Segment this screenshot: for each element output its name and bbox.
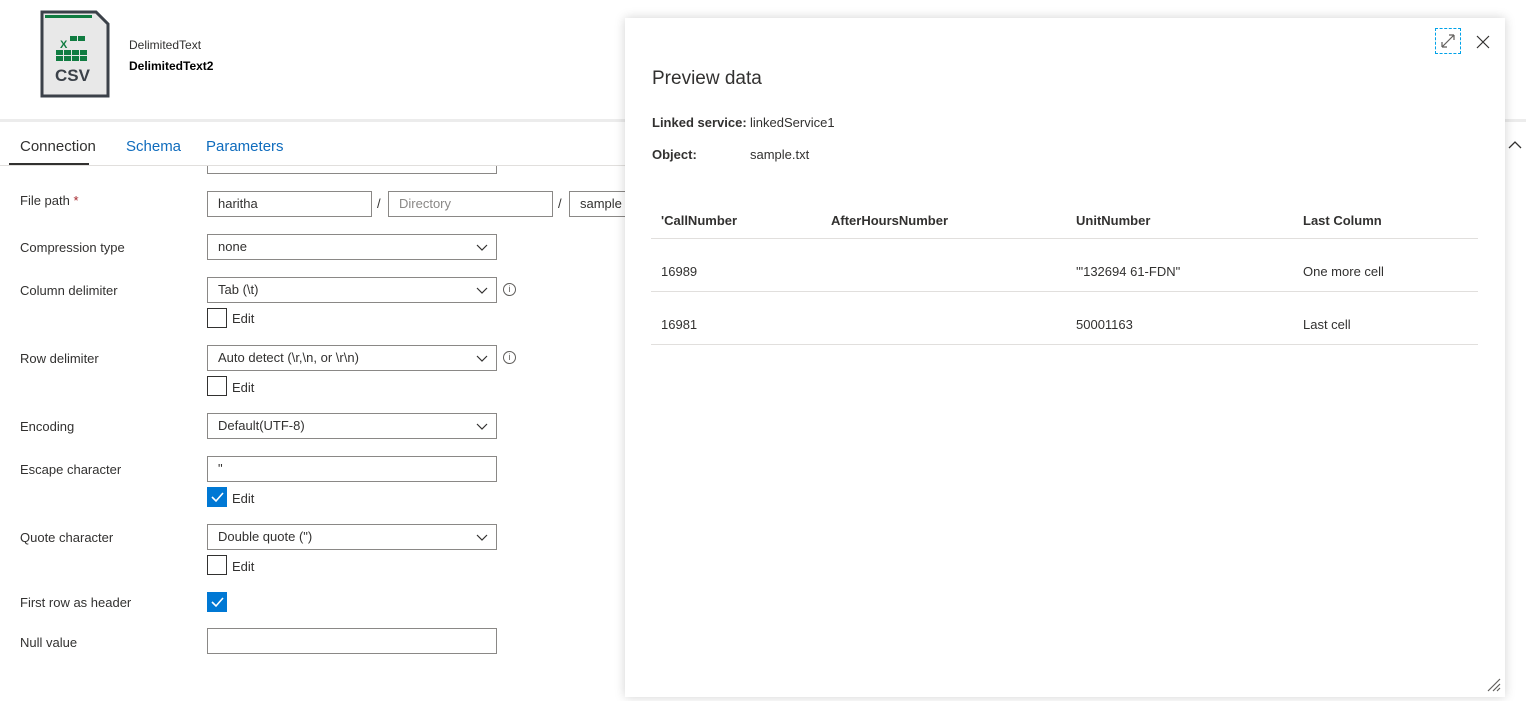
column-header: 'CallNumber bbox=[661, 213, 738, 228]
column-delimiter-select[interactable]: Tab (\t) bbox=[207, 277, 497, 303]
first-row-header-checkbox[interactable] bbox=[207, 592, 227, 612]
linked-service-select[interactable] bbox=[207, 166, 497, 174]
row-divider bbox=[651, 291, 1478, 292]
chevron-down-icon bbox=[476, 287, 488, 294]
table-cell: 16981 bbox=[661, 317, 698, 332]
close-icon[interactable] bbox=[1475, 34, 1491, 50]
table-cell: 50001163 bbox=[1076, 317, 1133, 332]
csv-icon-label: CSV bbox=[55, 66, 90, 85]
quote-character-edit-checkbox[interactable] bbox=[207, 555, 227, 575]
first-row-header-label: First row as header bbox=[20, 595, 132, 610]
null-value-label: Null value bbox=[20, 635, 78, 650]
edit-label: Edit bbox=[232, 380, 255, 395]
encoding-select[interactable]: Default(UTF-8) bbox=[207, 413, 497, 439]
chevron-down-icon bbox=[476, 244, 488, 251]
path-separator: / bbox=[377, 196, 381, 211]
escape-character-label: Escape character bbox=[20, 462, 122, 477]
compression-type-select[interactable]: none bbox=[207, 234, 497, 260]
column-header: UnitNumber bbox=[1076, 213, 1151, 228]
quote-character-select[interactable]: Double quote (") bbox=[207, 524, 497, 550]
tab-schema[interactable]: Schema bbox=[126, 138, 181, 155]
preview-data-panel: Preview data Linked service: linkedServi… bbox=[625, 18, 1505, 697]
table-cell: '"132694 61-FDN" bbox=[1076, 264, 1181, 279]
edit-label: Edit bbox=[232, 491, 255, 506]
file-path-label: File path * bbox=[20, 193, 79, 208]
quote-character-label: Quote character bbox=[20, 530, 114, 545]
file-path-container-input[interactable]: haritha bbox=[207, 191, 372, 217]
svg-text:X: X bbox=[60, 39, 68, 51]
info-icon[interactable]: i bbox=[503, 351, 516, 364]
table-cell: 16989 bbox=[661, 264, 698, 279]
linked-service-label: Linked service: bbox=[652, 115, 747, 130]
escape-character-edit-checkbox[interactable] bbox=[207, 487, 227, 507]
expand-button[interactable] bbox=[1435, 28, 1461, 54]
table-cell: One more cell bbox=[1303, 264, 1384, 279]
column-header: Last Column bbox=[1303, 213, 1382, 228]
checkmark-icon bbox=[211, 492, 224, 503]
chevron-down-icon bbox=[476, 355, 488, 362]
tab-connection[interactable]: Connection bbox=[20, 138, 96, 155]
path-separator: / bbox=[558, 196, 562, 211]
file-path-directory-input[interactable]: Directory bbox=[388, 191, 553, 217]
compression-type-label: Compression type bbox=[20, 240, 125, 255]
info-icon[interactable]: i bbox=[503, 283, 516, 296]
object-value: sample.txt bbox=[750, 147, 810, 162]
escape-character-input[interactable]: " bbox=[207, 456, 497, 482]
checkmark-icon bbox=[211, 597, 224, 608]
resize-handle-icon[interactable] bbox=[1485, 676, 1501, 692]
chevron-down-icon bbox=[476, 423, 488, 430]
row-delimiter-edit-checkbox[interactable] bbox=[207, 376, 227, 396]
tab-parameters[interactable]: Parameters bbox=[206, 138, 284, 155]
row-delimiter-label: Row delimiter bbox=[20, 351, 99, 366]
dataset-name: DelimitedText2 bbox=[129, 59, 214, 73]
edit-label: Edit bbox=[232, 311, 255, 326]
row-divider bbox=[651, 344, 1478, 345]
expand-icon bbox=[1441, 34, 1455, 48]
encoding-label: Encoding bbox=[20, 419, 75, 434]
table-cell: Last cell bbox=[1303, 317, 1351, 332]
column-delimiter-label: Column delimiter bbox=[20, 283, 118, 298]
null-value-input[interactable] bbox=[207, 628, 497, 654]
linked-service-value: linkedService1 bbox=[750, 115, 835, 130]
column-delimiter-edit-checkbox[interactable] bbox=[207, 308, 227, 328]
row-divider bbox=[651, 238, 1478, 239]
edit-label: Edit bbox=[232, 559, 255, 574]
active-tab-indicator bbox=[9, 163, 89, 165]
column-header: AfterHoursNumber bbox=[831, 213, 949, 228]
row-delimiter-select[interactable]: Auto detect (\r,\n, or \r\n) bbox=[207, 345, 497, 371]
object-label: Object: bbox=[652, 147, 697, 162]
dataset-type: DelimitedText bbox=[129, 38, 202, 52]
panel-title: Preview data bbox=[652, 68, 762, 89]
chevron-down-icon bbox=[476, 534, 488, 541]
chevron-up-icon[interactable] bbox=[1507, 139, 1523, 151]
